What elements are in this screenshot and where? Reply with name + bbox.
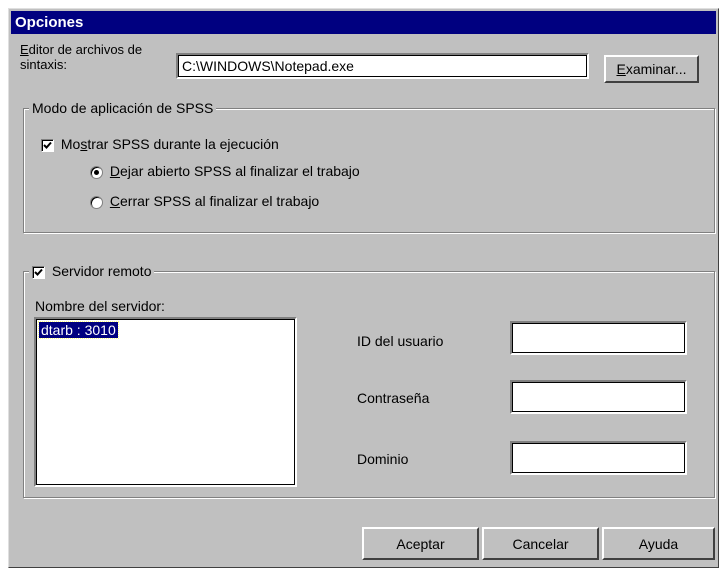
- options-dialog: Opciones Editor de archivos de sintaxis:…: [8, 8, 719, 568]
- radio-selected-dot: [94, 169, 99, 175]
- keep-spss-open-radio-button[interactable]: [90, 165, 103, 179]
- help-button[interactable]: Ayuda: [602, 527, 715, 560]
- syntax-editor-label-line1: ditor de archivos de: [28, 42, 143, 57]
- remote-server-checkbox[interactable]: [32, 265, 45, 279]
- server-list-item[interactable]: dtarb : 3010: [38, 321, 292, 339]
- server-name-label: Nombre del servidor:: [35, 298, 165, 314]
- browse-button[interactable]: Examinar...: [604, 55, 699, 83]
- show-spss-label: Mostrar SPSS durante la ejecución: [60, 136, 279, 152]
- password-field[interactable]: [510, 380, 687, 414]
- ok-button[interactable]: Aceptar: [362, 527, 479, 560]
- show-spss-checkbox[interactable]: Mostrar SPSS durante la ejecución: [41, 136, 279, 152]
- syntax-editor-label-access-key: E: [20, 42, 29, 57]
- cancel-button[interactable]: Cancelar: [482, 527, 599, 560]
- server-list[interactable]: dtarb : 3010: [34, 317, 297, 487]
- password-label: Contraseña: [357, 390, 430, 406]
- syntax-editor-label-line2: sintaxis:: [20, 57, 67, 72]
- domain-field[interactable]: [510, 441, 687, 475]
- syntax-editor-label: Editor de archivos de sintaxis:: [20, 42, 142, 72]
- close-spss-label: Cerrar SPSS al finalizar el trabajo: [109, 193, 320, 209]
- dialog-title: Opciones: [11, 11, 716, 34]
- server-list-item-label: dtarb : 3010: [38, 321, 119, 339]
- checkmark-icon: [43, 141, 52, 149]
- spss-mode-legend: Modo de aplicación de SPSS: [29, 100, 217, 116]
- keep-spss-open-label: Dejar abierto SPSS al finalizar el traba…: [109, 163, 360, 179]
- browse-button-access-key: E: [616, 61, 626, 77]
- remote-server-label: Servidor remoto: [51, 263, 152, 279]
- domain-label: Dominio: [357, 451, 409, 467]
- remote-server-legend[interactable]: Servidor remoto: [29, 263, 155, 279]
- user-id-field[interactable]: [510, 321, 687, 355]
- browse-button-label: xaminar...: [625, 61, 687, 77]
- close-spss-radio[interactable]: Cerrar SPSS al finalizar el trabajo: [90, 193, 319, 209]
- show-spss-checkbox-box[interactable]: [41, 138, 54, 152]
- syntax-editor-path-field[interactable]: [176, 53, 589, 79]
- keep-spss-open-radio[interactable]: Dejar abierto SPSS al finalizar el traba…: [90, 163, 360, 179]
- checkmark-icon: [34, 268, 43, 276]
- close-spss-radio-button[interactable]: [90, 195, 103, 209]
- user-id-label: ID del usuario: [357, 333, 444, 349]
